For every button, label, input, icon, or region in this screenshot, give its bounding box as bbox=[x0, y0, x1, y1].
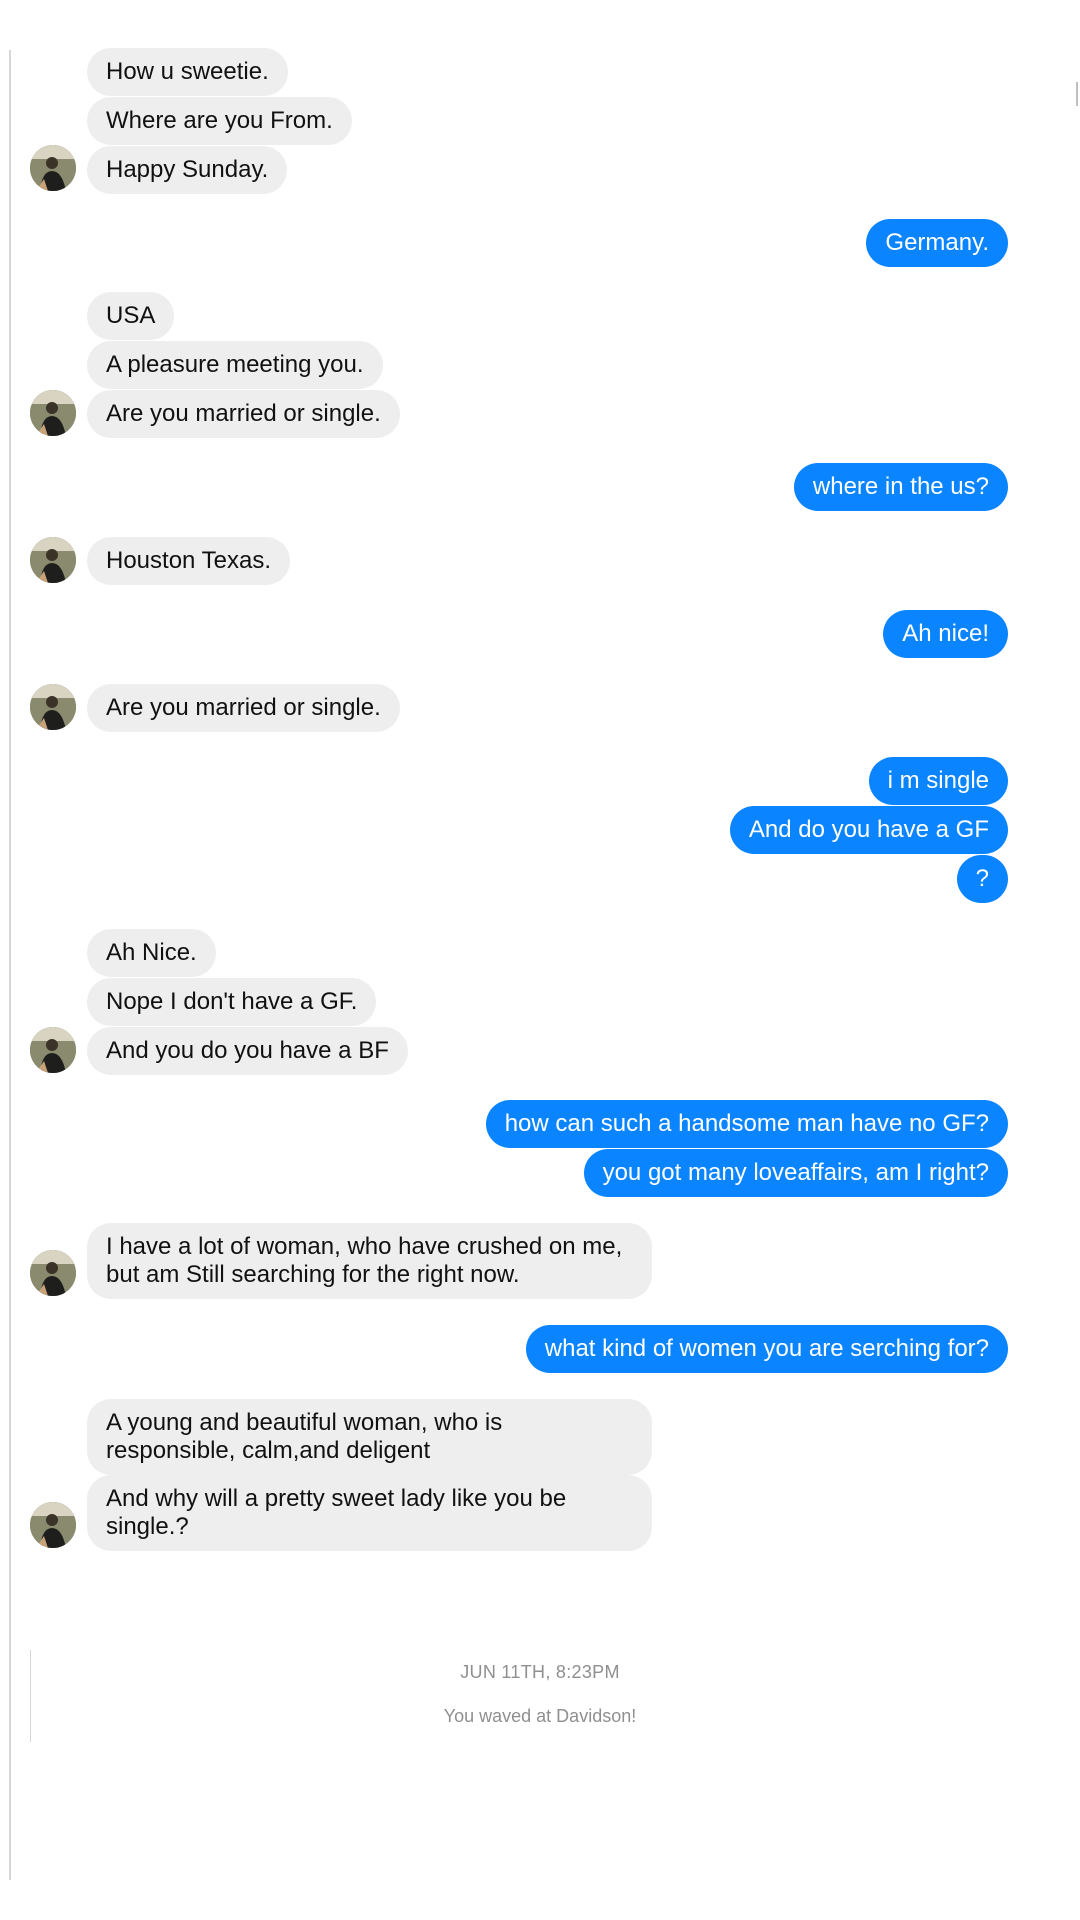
contact-avatar[interactable] bbox=[30, 145, 76, 191]
message-incoming[interactable]: A pleasure meeting you. bbox=[87, 341, 383, 389]
message-incoming[interactable]: Ah Nice. bbox=[87, 929, 216, 977]
message-incoming[interactable]: Happy Sunday. bbox=[87, 146, 288, 194]
message-outgoing[interactable]: And do you have a GF bbox=[729, 806, 1008, 854]
message-thread: How u sweetie. Where are you From. Happy… bbox=[0, 0, 1080, 1920]
avatar-photo-icon bbox=[30, 1027, 76, 1073]
avatar-photo-icon bbox=[30, 684, 76, 730]
message-outgoing[interactable]: what kind of women you are serching for? bbox=[525, 1325, 1008, 1373]
right-scroll-tick bbox=[1076, 82, 1078, 106]
thread-date-divider: JUN 11TH, 8:23PM bbox=[460, 1662, 620, 1682]
message-incoming[interactable]: Where are you From. bbox=[87, 97, 352, 145]
avatar-photo-icon bbox=[30, 390, 76, 436]
message-outgoing[interactable]: how can such a handsome man have no GF? bbox=[485, 1100, 1008, 1148]
contact-avatar[interactable] bbox=[30, 684, 76, 730]
contact-avatar[interactable] bbox=[30, 1502, 76, 1548]
avatar-photo-icon bbox=[30, 1250, 76, 1296]
message-incoming[interactable]: I have a lot of woman, who have crushed … bbox=[87, 1223, 652, 1299]
message-outgoing[interactable]: ? bbox=[956, 855, 1008, 903]
message-incoming[interactable]: How u sweetie. bbox=[87, 48, 288, 96]
message-incoming[interactable]: Houston Texas. bbox=[87, 537, 290, 585]
message-incoming[interactable]: And you do you have a BF bbox=[87, 1027, 408, 1075]
wave-notice: You waved at Davidson! bbox=[443, 1706, 637, 1726]
avatar-photo-icon bbox=[30, 145, 76, 191]
contact-avatar[interactable] bbox=[30, 537, 76, 583]
message-incoming[interactable]: And why will a pretty sweet lady like yo… bbox=[87, 1475, 652, 1551]
message-incoming[interactable]: USA bbox=[87, 292, 175, 340]
message-outgoing[interactable]: you got many loveaffairs, am I right? bbox=[583, 1149, 1008, 1197]
avatar-photo-icon bbox=[30, 1502, 76, 1548]
contact-avatar[interactable] bbox=[30, 1027, 76, 1073]
contact-avatar[interactable] bbox=[30, 1250, 76, 1296]
message-incoming[interactable]: Are you married or single. bbox=[87, 390, 400, 438]
avatar-photo-icon bbox=[30, 537, 76, 583]
message-outgoing[interactable]: Ah nice! bbox=[883, 610, 1008, 658]
contact-avatar[interactable] bbox=[30, 390, 76, 436]
message-incoming[interactable]: Are you married or single. bbox=[87, 684, 400, 732]
message-outgoing[interactable]: Germany. bbox=[866, 219, 1008, 267]
left-border-line bbox=[9, 50, 11, 1880]
message-outgoing[interactable]: where in the us? bbox=[793, 463, 1008, 511]
message-incoming[interactable]: A young and beautiful woman, who is resp… bbox=[87, 1399, 652, 1475]
message-outgoing[interactable]: i m single bbox=[868, 757, 1008, 805]
message-incoming[interactable]: Nope I don't have a GF. bbox=[87, 978, 377, 1026]
